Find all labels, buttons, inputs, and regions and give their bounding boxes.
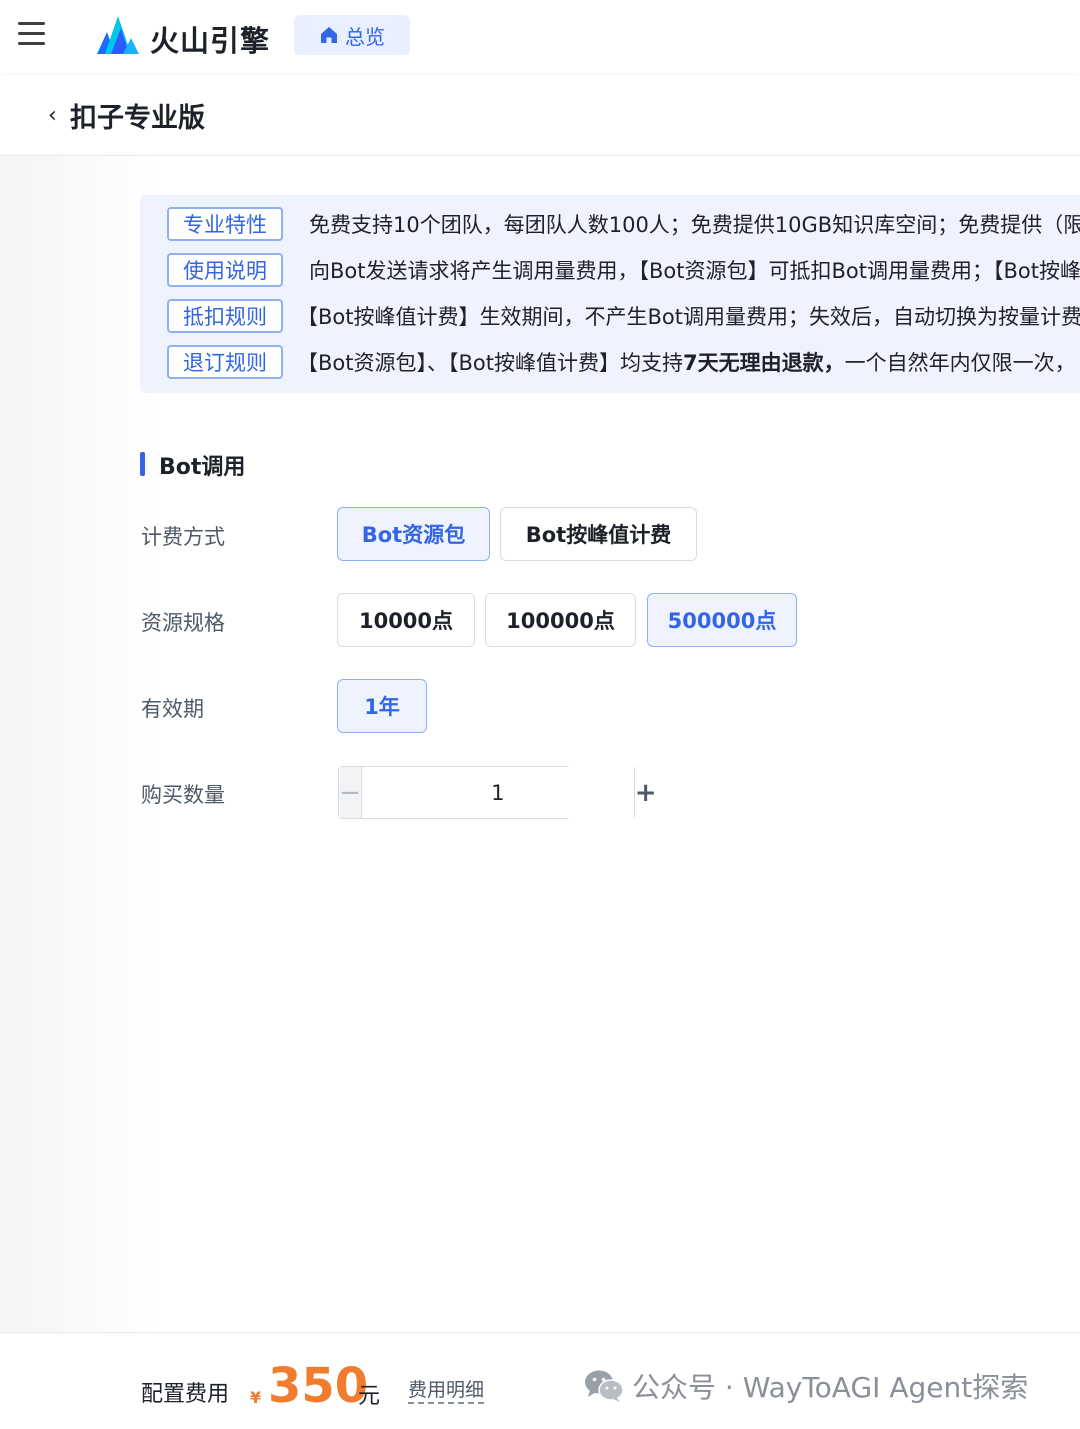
overview-button[interactable]: 总览 (294, 15, 410, 55)
refund-text-bold: 7天无理由退款， (682, 351, 845, 375)
spec-option-10000[interactable]: 10000点 (337, 593, 475, 647)
validity-label: 有效期 (141, 697, 204, 721)
info-tag-refund: 退订规则 (167, 345, 283, 379)
quantity-stepper: − + (338, 766, 657, 819)
decrement-button[interactable]: − (339, 767, 362, 818)
refund-text-after: 一个自然年内仅限一次， (844, 351, 1076, 375)
volcano-engine-logo-icon[interactable] (97, 14, 139, 54)
section-accent-bar (140, 452, 145, 476)
billing-option-peak-value[interactable]: Bot按峰值计费 (500, 507, 697, 561)
price-unit: 元 (358, 1384, 381, 1409)
fee-detail-link[interactable]: 费用明细 (408, 1378, 485, 1404)
section-title: Bot调用 (159, 455, 246, 480)
info-row-refund: 退订规则 【Bot资源包】、【Bot按峰值计费】均支持7天无理由退款，一个自然年… (167, 345, 1076, 379)
increment-button[interactable]: + (633, 767, 657, 818)
quantity-input[interactable] (361, 767, 634, 818)
billing-option-resource-pack[interactable]: Bot资源包 (337, 507, 490, 561)
spec-option-500000[interactable]: 500000点 (647, 593, 797, 647)
info-row-usage: 使用说明 向Bot发送请求将产生调用量费用，【Bot资源包】可抵扣Bot调用量费… (167, 253, 1080, 287)
wechat-icon (585, 1370, 624, 1402)
brand-name[interactable]: 火山引擎 (150, 18, 270, 60)
spec-option-100000[interactable]: 100000点 (485, 593, 636, 647)
validity-option-1-year[interactable]: 1年 (337, 679, 427, 733)
quantity-label: 购买数量 (141, 783, 225, 807)
watermark-text: 公众号 · WayToAGI Agent探索 (632, 1371, 1029, 1404)
info-text-features: 免费支持10个团队，每团队人数100人；免费提供10GB知识库空间；免费提供（限 (309, 213, 1080, 237)
info-row-features: 专业特性 免费支持10个团队，每团队人数100人；免费提供10GB知识库空间；免… (167, 207, 1080, 241)
info-text-usage: 向Bot发送请求将产生调用量费用，【Bot资源包】可抵扣Bot调用量费用；【Bo… (309, 259, 1080, 283)
hamburger-menu-icon[interactable] (18, 22, 45, 46)
product-info-panel: 专业特性 免费支持10个团队，每团队人数100人；免费提供10GB知识库空间；免… (140, 195, 1080, 393)
price-amount: 350 (268, 1358, 369, 1414)
billing-method-label: 计费方式 (141, 525, 225, 549)
overview-label: 总览 (345, 24, 385, 49)
info-text-deduction: 【Bot按峰值计费】生效期间，不产生Bot调用量费用；失效后，自动切换为按量计费 (297, 305, 1080, 329)
info-tag-deduction: 抵扣规则 (167, 299, 283, 333)
config-fee-label: 配置费用 (141, 1382, 230, 1407)
chevron-left-icon[interactable]: ‹ (48, 103, 57, 128)
info-text-refund: 【Bot资源包】、【Bot按峰值计费】均支持7天无理由退款，一个自然年内仅限一次… (297, 347, 1076, 377)
resource-spec-label: 资源规格 (141, 611, 225, 635)
info-row-deduction: 抵扣规则 【Bot按峰值计费】生效期间，不产生Bot调用量费用；失效后，自动切换… (167, 299, 1080, 333)
refund-text-before: 【Bot资源包】、【Bot按峰值计费】均支持 (297, 351, 683, 375)
info-tag-usage: 使用说明 (167, 253, 283, 287)
currency-symbol: ¥ (250, 1388, 262, 1407)
wechat-watermark: 公众号 · WayToAGI Agent探索 (584, 1366, 1028, 1406)
page-title: 扣子专业版 (70, 103, 205, 134)
info-tag-features: 专业特性 (167, 207, 283, 241)
home-icon (321, 27, 337, 43)
